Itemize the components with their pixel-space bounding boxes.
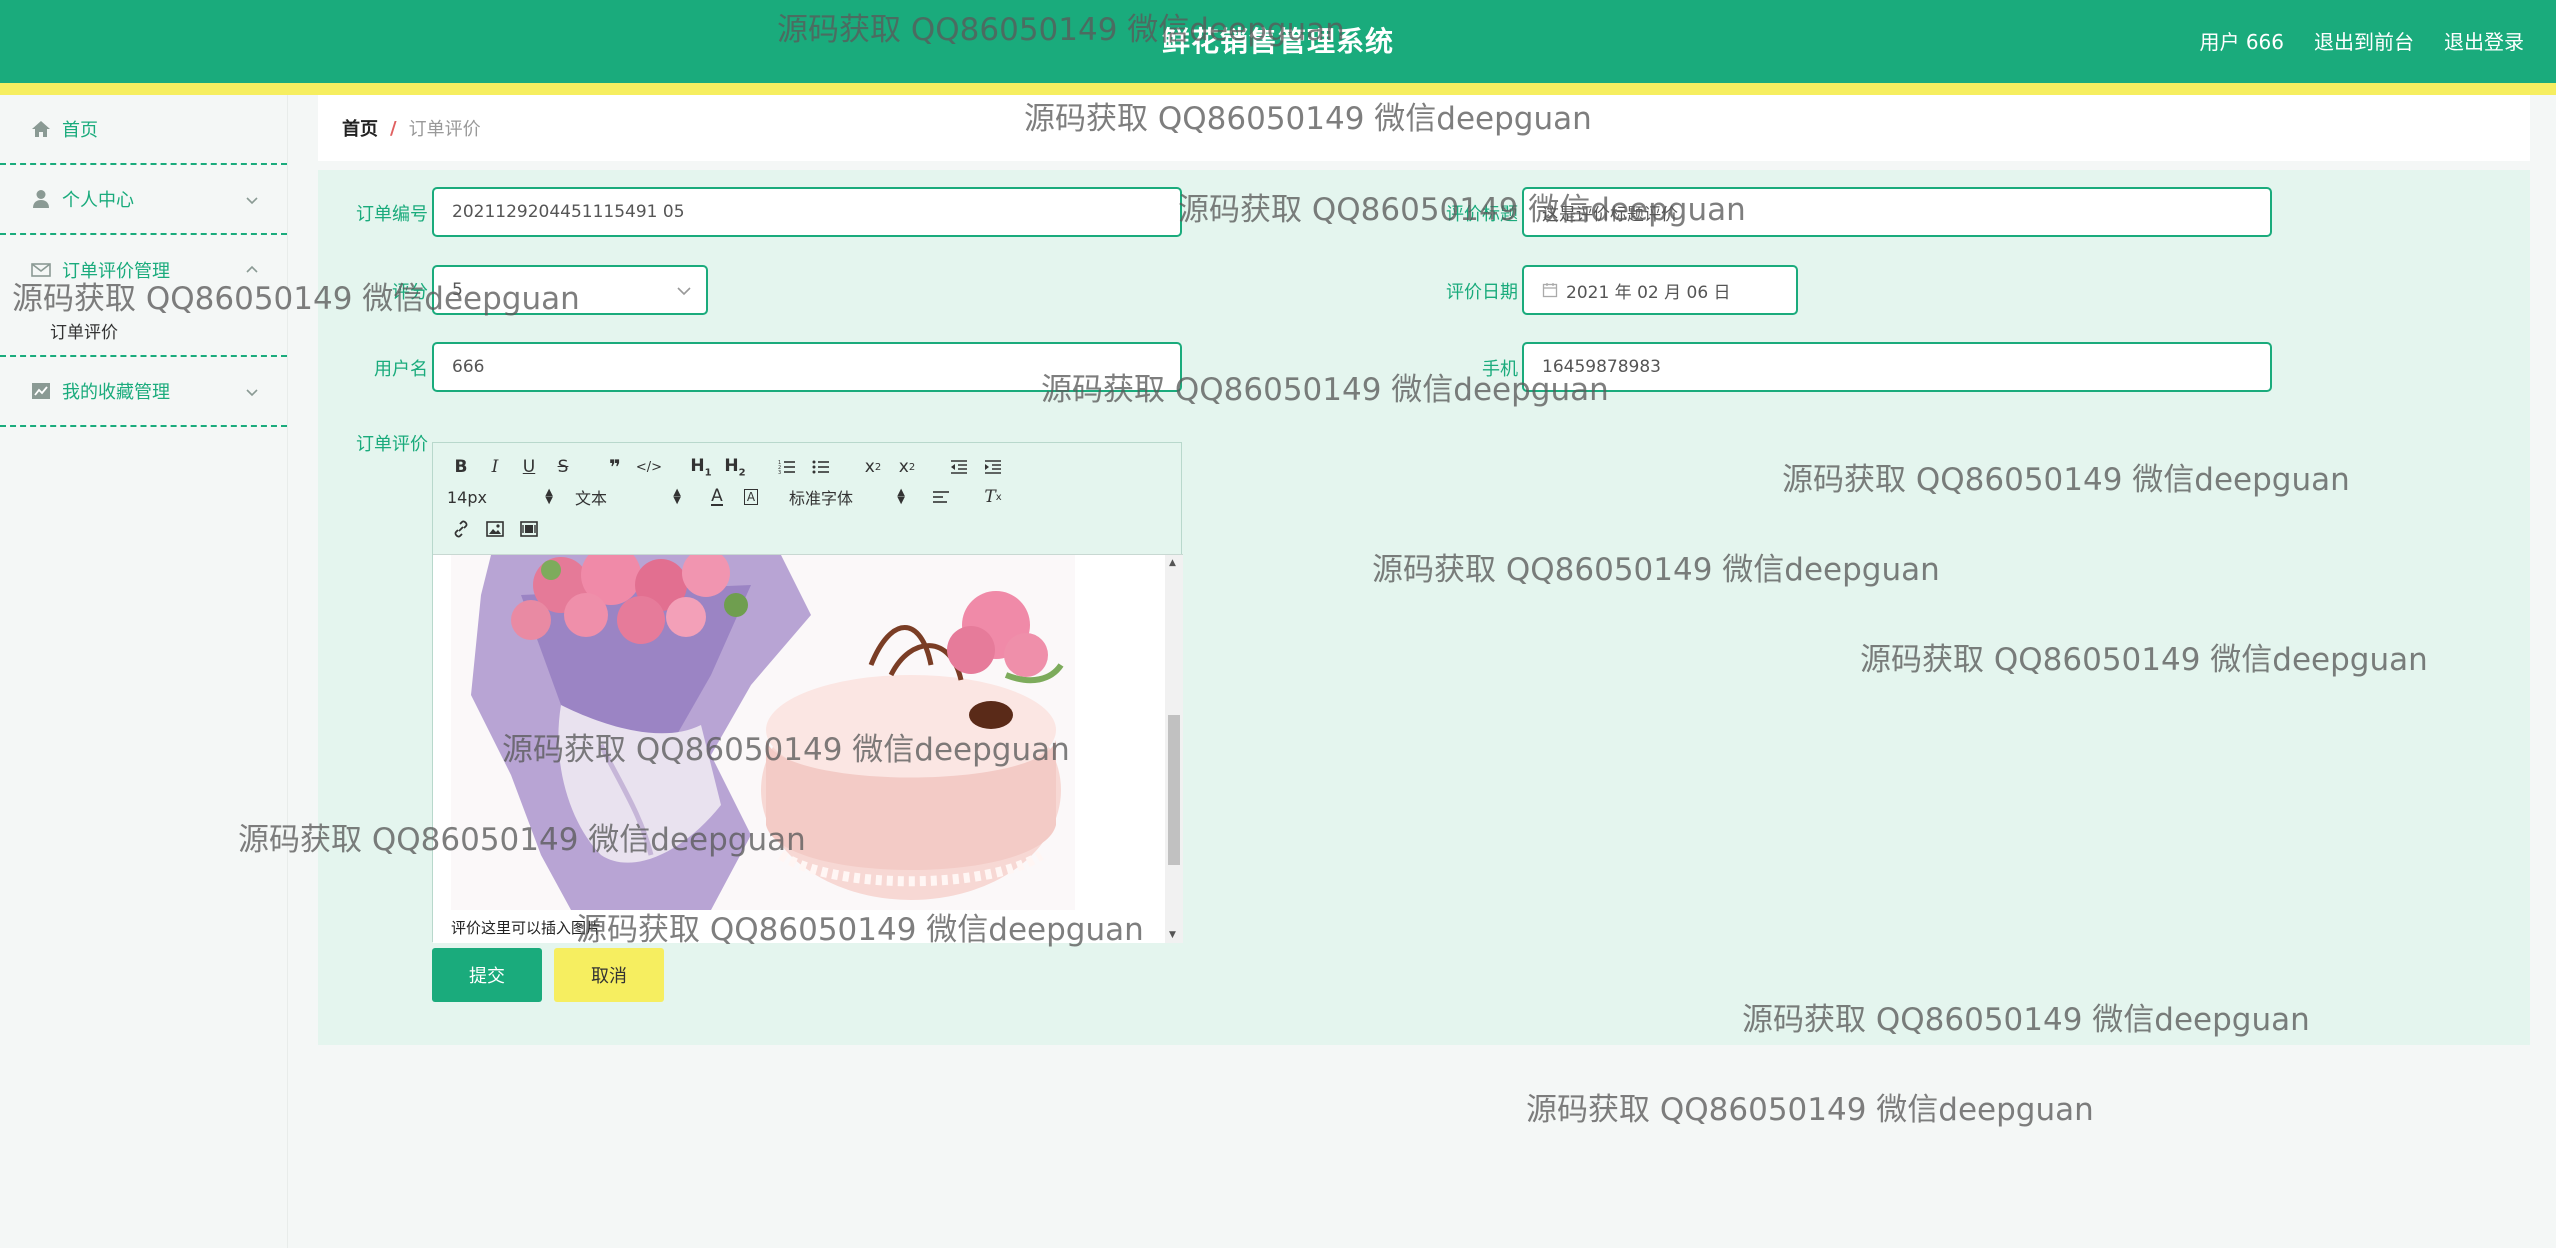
- breadcrumb-separator: /: [390, 117, 397, 139]
- breadcrumb-current: 订单评价: [408, 119, 481, 140]
- top-bar: 鲜花销售管理系统 用户 666 退出到前台 退出登录: [0, 0, 2556, 83]
- bold-button[interactable]: B: [447, 455, 475, 479]
- calendar-icon: [1542, 282, 1558, 298]
- cancel-button[interactable]: 取消: [554, 948, 664, 1002]
- mail-icon: [30, 259, 52, 281]
- code-block-icon[interactable]: </>: [635, 455, 663, 479]
- link-icon[interactable]: [447, 517, 475, 541]
- align-icon[interactable]: [927, 485, 955, 509]
- sidebar-item-home[interactable]: 首页: [0, 95, 287, 165]
- font-family-value: 标准字体: [789, 489, 854, 508]
- back-to-front-link[interactable]: 退出到前台: [2314, 26, 2414, 55]
- superscript-button[interactable]: x2: [893, 455, 921, 479]
- heading-1-button[interactable]: H1: [687, 455, 715, 479]
- scroll-down-icon[interactable]: ▼: [1169, 930, 1176, 940]
- editor-scrollbar[interactable]: ▲ ▼: [1165, 555, 1183, 943]
- sidebar-item-label: 我的收藏管理: [62, 382, 170, 403]
- font-family-select[interactable]: 标准字体 ▲ ▼: [789, 485, 905, 509]
- italic-button[interactable]: I: [481, 455, 509, 479]
- scroll-up-icon[interactable]: ▲: [1169, 558, 1176, 568]
- top-right-links: 用户 666 退出到前台 退出登录: [2199, 26, 2524, 55]
- sidebar-group-order-review: 订单评价管理 订单评价: [0, 235, 287, 357]
- username-label: 用户名: [374, 359, 428, 380]
- outdent-icon[interactable]: [945, 455, 973, 479]
- breadcrumb-home[interactable]: 首页: [342, 115, 378, 141]
- rich-text-editor: B I U S ❞ </> H1 H2 123 x2 x2 14px ▲ ▼ 文…: [432, 442, 1183, 943]
- home-icon: [30, 118, 52, 140]
- clear-format-icon[interactable]: Tx: [979, 485, 1007, 509]
- font-color-icon[interactable]: A: [703, 485, 731, 509]
- breadcrumb: 首页 / 订单评价: [318, 95, 2530, 161]
- subscript-button[interactable]: x2: [859, 455, 887, 479]
- svg-text:3: 3: [778, 470, 781, 475]
- review-date-label: 评价日期: [1446, 282, 1518, 303]
- rating-select[interactable]: 5: [432, 265, 708, 315]
- select-arrows-icon: ▲ ▼: [673, 487, 681, 506]
- sidebar-item-personal-center[interactable]: 个人中心: [0, 165, 287, 235]
- phone-label: 手机: [1482, 359, 1518, 380]
- user-icon: [30, 188, 52, 210]
- select-arrows-icon: ▲ ▼: [897, 487, 905, 506]
- system-title: 鲜花销售管理系统: [1161, 25, 1394, 58]
- chevron-down-icon: [245, 381, 259, 402]
- review-date-input[interactable]: 2021 年 02 月 06 日: [1522, 265, 1798, 315]
- blockquote-icon[interactable]: ❞: [601, 455, 629, 479]
- sidebar-item-label: 订单评价管理: [62, 261, 170, 282]
- image-icon[interactable]: [481, 517, 509, 541]
- username-input[interactable]: 666: [432, 342, 1182, 392]
- scrollbar-thumb[interactable]: [1168, 715, 1180, 865]
- review-form: 订单编号 2021129204451115491 05 评价标题 这是评价标题评…: [318, 170, 2530, 1045]
- order-no-input[interactable]: 2021129204451115491 05: [432, 187, 1182, 237]
- font-size-select[interactable]: 14px ▲ ▼: [447, 488, 553, 507]
- font-size-value: 14px: [447, 487, 487, 507]
- review-title-label: 评价标题: [1446, 204, 1518, 225]
- select-arrows-icon: ▲ ▼: [545, 487, 553, 506]
- sidebar-item-label: 个人中心: [62, 190, 134, 211]
- indent-icon[interactable]: [979, 455, 1007, 479]
- user-label[interactable]: 用户 666: [2199, 26, 2284, 55]
- sidebar-item-order-review-management[interactable]: 订单评价管理: [0, 235, 287, 305]
- editor-text: 评价这里可以插入图片: [451, 919, 602, 937]
- chevron-down-icon: [245, 189, 259, 210]
- chart-icon: [30, 380, 52, 402]
- sidebar-item-label: 首页: [62, 120, 98, 141]
- submit-button[interactable]: 提交: [432, 948, 542, 1002]
- bullet-list-icon[interactable]: [807, 455, 835, 479]
- order-no-label: 订单编号: [356, 204, 428, 225]
- flower-cake-image: [451, 555, 1075, 910]
- chevron-down-icon: [676, 282, 692, 302]
- heading-2-button[interactable]: H2: [721, 455, 749, 479]
- ordered-list-icon[interactable]: 123: [773, 455, 801, 479]
- text-type-select[interactable]: 文本 ▲ ▼: [575, 485, 681, 509]
- underline-button[interactable]: U: [515, 455, 543, 479]
- review-date-value: 2021 年 02 月 06 日: [1566, 282, 1731, 303]
- editor-toolbar: B I U S ❞ </> H1 H2 123 x2 x2 14px ▲ ▼ 文…: [433, 443, 1183, 555]
- phone-input[interactable]: 16459878983: [1522, 342, 2272, 392]
- strikethrough-button[interactable]: S: [549, 455, 577, 479]
- sidebar-subitem-order-review[interactable]: 订单评价: [0, 305, 287, 355]
- sidebar-item-favorites-management[interactable]: 我的收藏管理: [0, 357, 287, 427]
- video-icon[interactable]: [515, 517, 543, 541]
- review-title-input[interactable]: 这是评价标题评价: [1522, 187, 2272, 237]
- header-accent-stripe: [0, 83, 2556, 95]
- logout-link[interactable]: 退出登录: [2444, 26, 2524, 55]
- text-type-value: 文本: [575, 489, 608, 508]
- editor-content[interactable]: 评价这里可以插入图片 ▲ ▼: [433, 555, 1183, 943]
- rating-value: 5: [452, 280, 463, 300]
- chevron-up-icon: [245, 259, 259, 280]
- sidebar-subitem-label: 订单评价: [50, 322, 118, 343]
- background-color-icon[interactable]: A: [737, 485, 765, 509]
- rating-label: 评分: [392, 282, 428, 303]
- review-content-label: 订单评价: [356, 434, 428, 455]
- watermark-text: 源码获取 QQ86050149 微信deepguan: [1526, 1092, 2094, 1128]
- sidebar: 首页 个人中心 订单评价管理 订单评价 我的收藏管理: [0, 95, 288, 1248]
